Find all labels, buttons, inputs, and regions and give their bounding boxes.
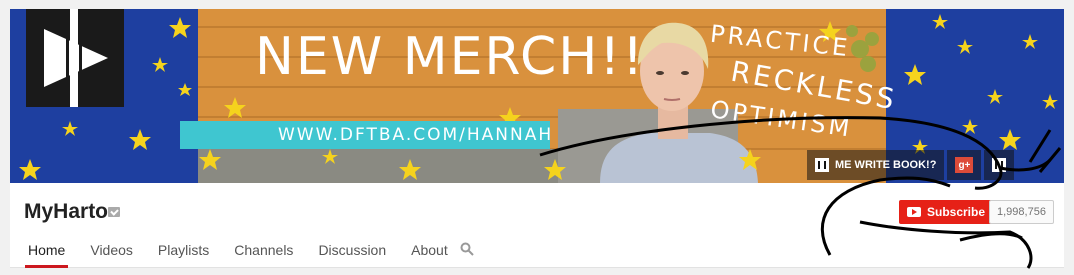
google-plus-icon: g+ <box>955 157 974 173</box>
tab-home[interactable]: Home <box>24 233 69 268</box>
tab-videos[interactable]: Videos <box>90 233 133 268</box>
channel-logo <box>26 9 124 107</box>
banner-url: WWW.DFTBA.COM/HANNAH <box>278 125 554 145</box>
tab-discussion[interactable]: Discussion <box>318 233 386 268</box>
subscribe-label: Subscribe <box>927 205 986 219</box>
banner-link-book[interactable]: ME WRITE BOOK!? <box>807 150 945 180</box>
channel-tabs: Home Videos Playlists Channels Discussio… <box>24 233 473 268</box>
banner-headline: NEW MERCH!! <box>255 27 646 87</box>
h-logo-icon <box>992 158 1007 172</box>
youtube-play-icon <box>907 207 921 217</box>
channel-name[interactable]: MyHarto <box>24 200 108 224</box>
h-play-logo-icon <box>26 9 124 107</box>
subscribe-button[interactable]: Subscribe <box>899 200 994 224</box>
banner-link-h[interactable] <box>984 150 1015 180</box>
search-icon[interactable] <box>460 242 474 256</box>
h-logo-icon <box>815 158 829 172</box>
channel-banner: NEW MERCH!! WWW.DFTBA.COM/HANNAH PRACTIC… <box>10 9 1064 183</box>
tab-about[interactable]: About <box>411 233 448 268</box>
channel-header: MyHarto Subscribe 1,998,756 Home Videos … <box>10 183 1064 268</box>
banner-links: ME WRITE BOOK!? g+ <box>807 150 1015 180</box>
tab-channels[interactable]: Channels <box>234 233 293 268</box>
tab-playlists[interactable]: Playlists <box>158 233 209 268</box>
verified-badge-icon <box>108 207 120 217</box>
subscriber-count: 1,998,756 <box>989 200 1054 224</box>
banner-link-label: ME WRITE BOOK!? <box>835 159 937 171</box>
banner-link-google-plus[interactable]: g+ <box>947 150 982 180</box>
